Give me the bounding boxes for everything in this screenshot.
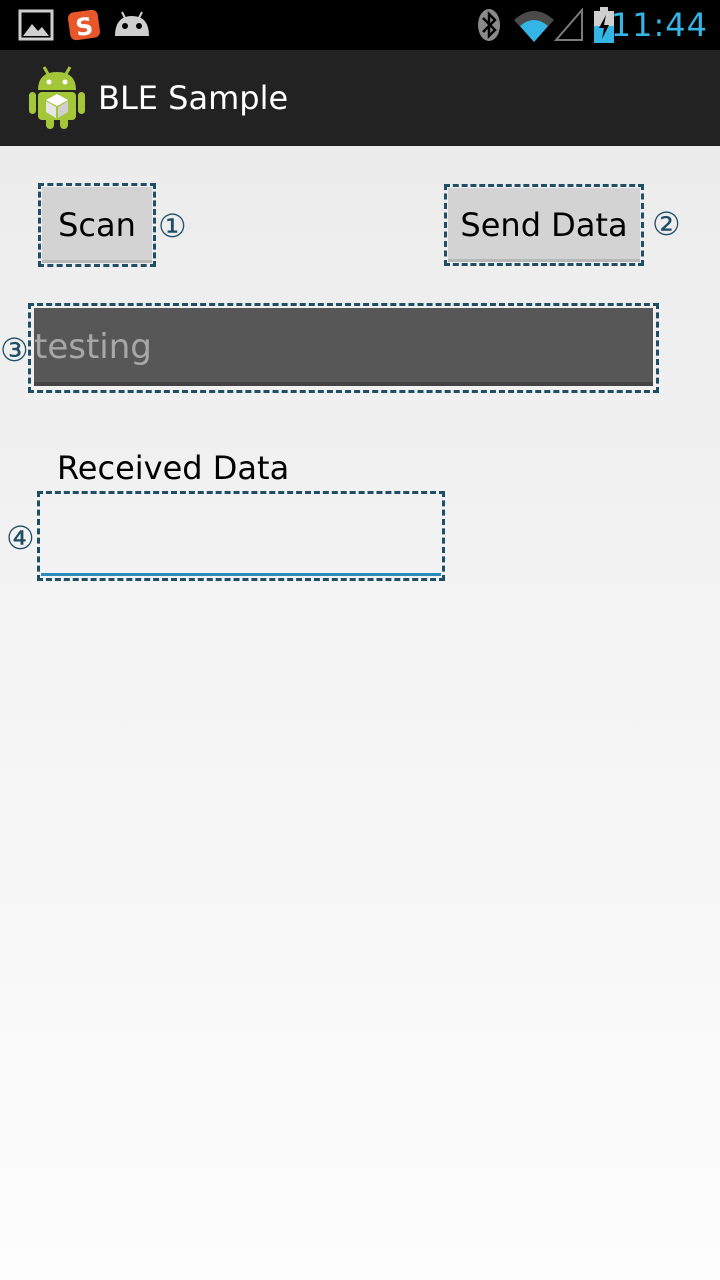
signal-icon (554, 8, 583, 41)
android-app-icon (29, 66, 85, 129)
wifi-icon (514, 11, 554, 42)
send-marker: ② (652, 205, 681, 243)
received-marker: ④ (6, 519, 35, 557)
received-data-field[interactable] (41, 494, 441, 576)
sougou-ime-icon: S (67, 9, 101, 42)
gallery-icon (18, 9, 54, 41)
scan-button[interactable]: Scan (42, 187, 152, 263)
main-content: Scan ① Send Data ② ③ Received Data ④ (0, 146, 720, 1280)
send-data-input[interactable] (34, 308, 653, 386)
app-title: BLE Sample (98, 79, 289, 117)
scan-marker: ① (158, 207, 187, 245)
received-data-label: Received Data (57, 449, 290, 487)
send-data-button[interactable]: Send Data (448, 188, 640, 262)
bluetooth-icon (478, 9, 500, 41)
input-marker: ③ (0, 331, 29, 369)
action-bar: BLE Sample (0, 50, 720, 146)
status-time: 11:44 (610, 6, 708, 44)
status-bar: S 11:44 (0, 0, 720, 50)
android-debug-icon (115, 11, 149, 36)
